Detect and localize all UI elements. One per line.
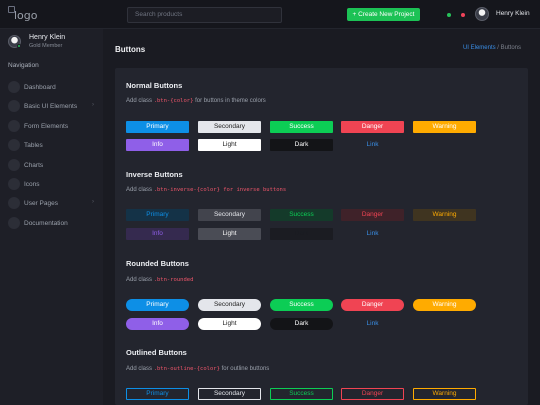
inverse-warning-button[interactable]: Warning — [413, 209, 476, 221]
inverse-link-button[interactable]: Link — [341, 228, 404, 240]
outline-warning-button[interactable]: Warning — [413, 388, 476, 400]
sidebar-item-basic-ui-elements[interactable]: Basic UI Elements › — [8, 100, 98, 112]
secondary-button[interactable]: Secondary — [198, 121, 261, 133]
logo[interactable]: logo — [8, 6, 38, 22]
section-title-inverse: Inverse Buttons — [126, 170, 183, 179]
outline-danger-button[interactable]: Danger — [341, 388, 404, 400]
inverse-info-button[interactable]: Info — [126, 228, 189, 240]
page-title: Buttons — [115, 45, 146, 54]
rounded-secondary-button[interactable]: Secondary — [198, 299, 261, 311]
sidebar-item-label: User Pages — [24, 199, 58, 207]
sidebar-item-label: Form Elements — [24, 122, 69, 130]
sidebar-item-label: Basic UI Elements — [24, 102, 78, 110]
sidebar-item-tables[interactable]: Tables — [8, 139, 98, 151]
rounded-primary-button[interactable]: Primary — [126, 299, 189, 311]
sidebar-user-role: Gold Member — [29, 43, 63, 49]
link-button[interactable]: Link — [341, 139, 404, 151]
light-button[interactable]: Light — [198, 139, 261, 151]
online-status-icon — [17, 44, 21, 48]
breadcrumb-separator: / — [497, 45, 499, 51]
rounded-warning-button[interactable]: Warning — [413, 299, 476, 311]
warning-button[interactable]: Warning — [413, 121, 476, 133]
inverse-danger-button[interactable]: Danger — [341, 209, 404, 221]
section-title-rounded: Rounded Buttons — [126, 259, 189, 268]
inverse-light-button[interactable]: Light — [198, 228, 261, 240]
section-desc-inverse: Add class .btn-inverse-{color} for inver… — [126, 187, 287, 193]
sidebar-item-label: Documentation — [24, 219, 68, 227]
avatar[interactable] — [475, 7, 489, 21]
document-icon — [8, 217, 20, 229]
sidebar-item-label: Charts — [24, 161, 44, 169]
breadcrumb-current: Buttons — [500, 45, 521, 51]
section-title-outlined: Outlined Buttons — [126, 348, 187, 357]
danger-button[interactable]: Danger — [341, 121, 404, 133]
status-dot-green-icon[interactable] — [447, 13, 451, 17]
success-button[interactable]: Success — [270, 121, 333, 133]
info-button[interactable]: Info — [126, 139, 189, 151]
sidebar-item-user-pages[interactable]: User Pages › — [8, 197, 98, 209]
search-input[interactable]: Search products — [127, 7, 282, 23]
ui-elements-icon — [8, 100, 20, 112]
section-desc-rounded: Add class .btn-rounded — [126, 277, 194, 283]
outline-primary-button[interactable]: Primary — [126, 388, 189, 400]
breadcrumb: UI Elements / Buttons — [463, 45, 521, 51]
sidebar-item-form-elements[interactable]: Form Elements — [8, 120, 98, 132]
rounded-danger-button[interactable]: Danger — [341, 299, 404, 311]
chevron-right-icon: › — [92, 102, 94, 108]
sidebar-item-label: Dashboard — [24, 83, 56, 91]
create-new-project-button[interactable]: + Create New Project — [347, 8, 420, 21]
sidebar-item-label: Tables — [24, 141, 43, 149]
inverse-success-button[interactable]: Success — [270, 209, 333, 221]
rounded-link-button[interactable]: Link — [341, 318, 404, 330]
rounded-success-button[interactable]: Success — [270, 299, 333, 311]
form-icon — [8, 120, 20, 132]
inverse-secondary-button[interactable]: Secondary — [198, 209, 261, 221]
sidebar-item-charts[interactable]: Charts — [8, 159, 98, 171]
sidebar-item-dashboard[interactable]: Dashboard — [8, 81, 98, 93]
section-desc-normal: Add class .btn-{color} for buttons in th… — [126, 98, 266, 104]
chart-icon — [8, 159, 20, 171]
section-title-normal: Normal Buttons — [126, 81, 183, 90]
chevron-right-icon: › — [92, 199, 94, 205]
sidebar: Henry Klein Gold Member Navigation Dashb… — [0, 29, 103, 405]
sidebar-item-icons[interactable]: Icons — [8, 178, 98, 190]
rounded-info-button[interactable]: Info — [126, 318, 189, 330]
primary-button[interactable]: Primary — [126, 121, 189, 133]
top-user-name[interactable]: Henry Klein — [496, 10, 530, 17]
sidebar-item-label: Icons — [24, 180, 40, 188]
logo-alt-text: logo — [14, 9, 38, 22]
table-icon — [8, 139, 20, 151]
notification-dot-red-icon[interactable] — [461, 13, 465, 17]
icons-icon — [8, 178, 20, 190]
section-desc-outlined: Add class .btn-outline-{color} for outli… — [126, 366, 270, 372]
rounded-dark-button[interactable]: Dark — [270, 318, 333, 330]
inverse-dark-button[interactable]: Dark — [270, 228, 333, 240]
dashboard-icon — [8, 81, 20, 93]
outline-secondary-button[interactable]: Secondary — [198, 388, 261, 400]
breadcrumb-link[interactable]: UI Elements — [463, 45, 496, 51]
sidebar-section-title: Navigation — [8, 62, 39, 69]
sidebar-item-documentation[interactable]: Documentation — [8, 217, 98, 229]
dark-button[interactable]: Dark — [270, 139, 333, 151]
sidebar-user-name: Henry Klein — [29, 34, 66, 41]
user-icon — [8, 197, 20, 209]
top-navbar: logo Search products + Create New Projec… — [0, 0, 540, 29]
rounded-light-button[interactable]: Light — [198, 318, 261, 330]
outline-success-button[interactable]: Success — [270, 388, 333, 400]
inverse-primary-button[interactable]: Primary — [126, 209, 189, 221]
